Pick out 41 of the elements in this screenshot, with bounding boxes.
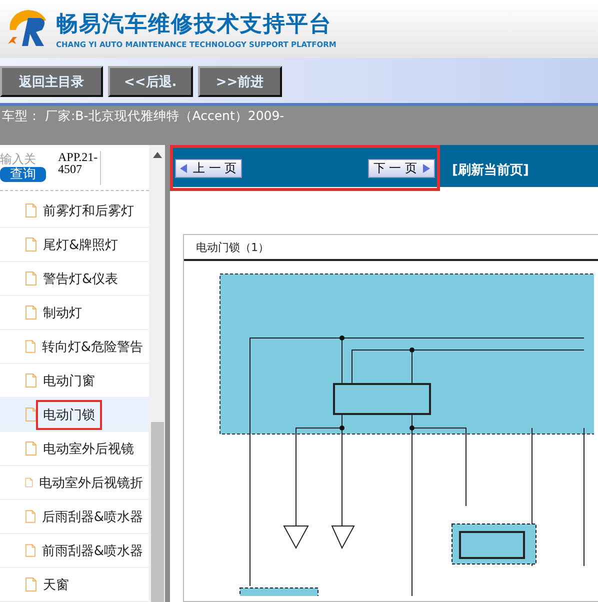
scroll-up-icon[interactable] — [152, 152, 162, 158]
vehicle-model-label: 车型： 厂家:B-北京现代雅绅特（Accent）2009- — [2, 108, 284, 123]
tree-item-label: 转向灯&危险警告 — [40, 338, 144, 356]
platform-title: 畅易汽车维修技术支持平台 — [56, 11, 333, 39]
tree-item-label: 电动室外后视镜 — [42, 440, 135, 458]
tree-item-label: 制动灯 — [42, 304, 83, 322]
tree-item-label: 前雾灯和后雾灯 — [42, 202, 135, 220]
tree-item-label: 尾灯&牌照灯 — [42, 236, 120, 254]
diagram-caption: 电动门锁（1） — [184, 235, 598, 261]
tree-item-label: 前雨刮器&喷水器 — [40, 542, 144, 560]
document-icon — [25, 237, 37, 252]
tree-item-label: 电动门锁 — [36, 400, 102, 430]
left-arrow-icon — [180, 164, 187, 172]
document-icon — [25, 271, 37, 286]
document-icon — [25, 339, 36, 354]
document-icon — [25, 475, 33, 490]
document-icon — [25, 441, 37, 456]
document-icon — [25, 407, 37, 422]
document-icon — [25, 577, 37, 592]
document-icon — [25, 509, 36, 524]
tree-item-label: 电动室外后视镜折 — [38, 474, 144, 492]
scrollbar[interactable] — [149, 145, 165, 602]
document-icon — [25, 305, 37, 320]
refresh-page-link[interactable]: [刷新当前页] — [452, 161, 529, 179]
search-button[interactable]: 查询 — [0, 167, 46, 182]
home-button[interactable]: 返回主目录 — [0, 66, 103, 97]
next-page-button[interactable]: 下 一 页 — [368, 158, 435, 178]
scrollbar-thumb[interactable] — [150, 422, 164, 602]
document-icon — [25, 373, 37, 388]
document-code: APP.21-4507 — [58, 151, 101, 185]
document-icon — [25, 543, 36, 558]
tree-item-label: 天窗 — [42, 576, 70, 594]
previous-page-button[interactable]: 上 一 页 — [175, 158, 242, 178]
right-arrow-icon — [423, 164, 430, 172]
tree-item[interactable]: 电动门锁 — [0, 398, 149, 432]
document-icon — [25, 203, 37, 218]
tree-item-label: 警告灯&仪表 — [42, 270, 120, 288]
tree-item-label: 后雨刮器&喷水器 — [40, 508, 144, 526]
tree-item-label: 电动门窗 — [42, 372, 96, 390]
forward-button[interactable]: >>前进 — [198, 66, 282, 97]
back-button[interactable]: <<后退. — [108, 66, 193, 97]
